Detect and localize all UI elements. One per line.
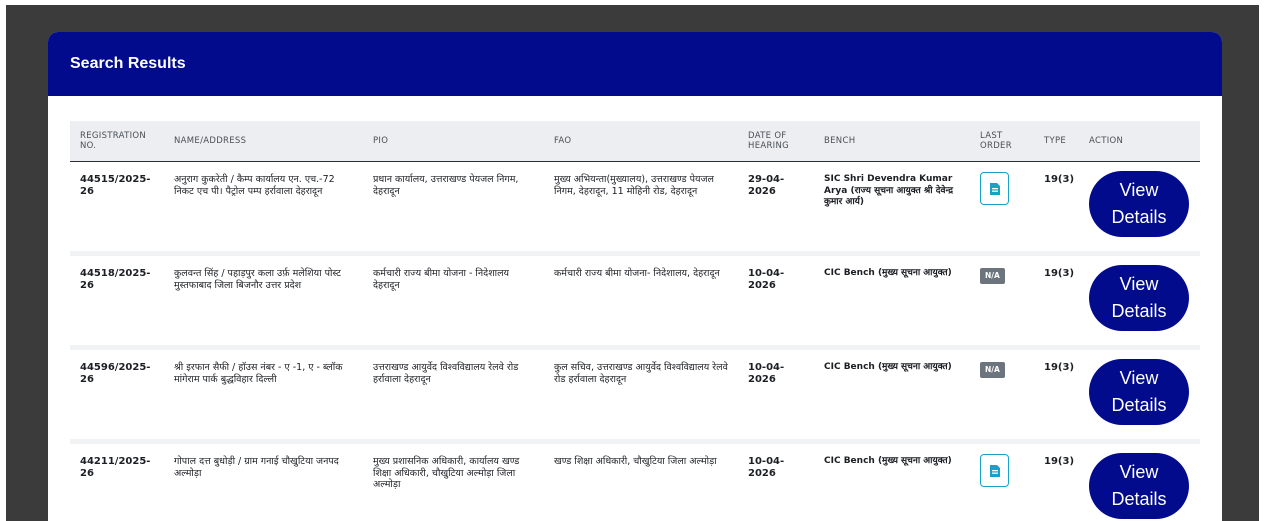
pio: कर्मचारी राज्य बीमा योजना - निदेशालय देह… [363,253,544,350]
registration-no: 44211/2025-26 [70,441,164,521]
document-icon [989,182,1000,195]
date-of-hearing: 10-04-2026 [738,253,814,350]
document-icon [989,464,1000,477]
col-bench: BENCH [814,121,970,162]
fao: मुख्य अभियन्ता(मुख्यालय), उत्तराखण्ड पेय… [544,161,738,256]
bench: CIC Bench (मुख्य सूचना आयुक्त) [814,253,970,350]
col-pio: PIO [363,121,544,162]
type: 19(3) [1034,347,1079,444]
table-row: 44518/2025-26 कुलवन्त सिंह / पहाड़पुर कल… [70,253,1200,350]
view-details-button[interactable]: View Details [1089,359,1189,425]
fao: खण्ड शिक्षा अधिकारी, चौखुटिया जिला अल्मो… [544,441,738,521]
last-order-na-badge: N/A [980,268,1005,284]
last-order-cell: N/A [970,253,1034,350]
card-header: Search Results [48,32,1222,96]
name-address: श्री इरफान सैफी / हॉउस नंबर - ए -1, ए - … [164,347,363,444]
results-table: REGISTRATION NO. NAME/ADDRESS PIO FAO DA… [70,121,1200,521]
col-last-order: LAST ORDER [970,121,1034,162]
col-name-address: NAME/ADDRESS [164,121,363,162]
last-order-cell [970,161,1034,256]
table-row: 44211/2025-26 गोपाल दत्त बुधोड़ी / ग्राम… [70,441,1200,521]
date-of-hearing: 10-04-2026 [738,347,814,444]
table-row: 44596/2025-26 श्री इरफान सैफी / हॉउस नंब… [70,347,1200,444]
last-order-cell: N/A [970,347,1034,444]
name-address: गोपाल दत्त बुधोड़ी / ग्राम गनाई चौखुटिया… [164,441,363,521]
pio: प्रधान कार्यालय, उत्तराखण्ड पेयजल निगम, … [363,161,544,256]
registration-no: 44515/2025-26 [70,161,164,256]
col-date-of-hearing: DATE OF HEARING [738,121,814,162]
last-order-document-button[interactable] [980,172,1009,205]
name-address: कुलवन्त सिंह / पहाड़पुर कला उर्फ़ मलेशिय… [164,253,363,350]
col-action: ACTION [1079,121,1200,162]
type: 19(3) [1034,253,1079,350]
table-header-row: REGISTRATION NO. NAME/ADDRESS PIO FAO DA… [70,121,1200,162]
last-order-na-badge: N/A [980,362,1005,378]
date-of-hearing: 10-04-2026 [738,441,814,521]
col-fao: FAO [544,121,738,162]
bench: SIC Shri Devendra Kumar Arya (राज्य सूचन… [814,161,970,256]
pio: उत्तराखण्ड आयुर्वेद विश्वविद्यालय रेलवे … [363,347,544,444]
last-order-cell [970,441,1034,521]
view-details-button[interactable]: View Details [1089,453,1189,519]
browser-viewport: Search Results REGISTRATION NO. NAME/ADD… [6,5,1259,521]
view-details-button[interactable]: View Details [1089,265,1189,331]
date-of-hearing: 29-04-2026 [738,161,814,256]
col-registration-no: REGISTRATION NO. [70,121,164,162]
action-cell: View Details [1079,441,1200,521]
action-cell: View Details [1079,161,1200,256]
action-cell: View Details [1079,347,1200,444]
name-address: अनुराग कुकरेती / कैम्प कार्यालय एन. एच.-… [164,161,363,256]
bench: CIC Bench (मुख्य सूचना आयुक्त) [814,347,970,444]
registration-no: 44596/2025-26 [70,347,164,444]
col-type: TYPE [1034,121,1079,162]
page-title: Search Results [70,55,186,72]
registration-no: 44518/2025-26 [70,253,164,350]
fao: कुल सचिव, उत्तराखण्ड आयुर्वेद विश्वविद्य… [544,347,738,444]
fao: कर्मचारी राज्य बीमा योजना- निदेशालय, देह… [544,253,738,350]
last-order-document-button[interactable] [980,454,1009,487]
table-row: 44515/2025-26 अनुराग कुकरेती / कैम्प कार… [70,161,1200,256]
action-cell: View Details [1079,253,1200,350]
pio: मुख्य प्रशासनिक अधिकारी, कार्यालय खण्ड श… [363,441,544,521]
bench: CIC Bench (मुख्य सूचना आयुक्त) [814,441,970,521]
view-details-button[interactable]: View Details [1089,171,1189,237]
type: 19(3) [1034,441,1079,521]
type: 19(3) [1034,161,1079,256]
search-results-card: Search Results REGISTRATION NO. NAME/ADD… [48,32,1222,521]
